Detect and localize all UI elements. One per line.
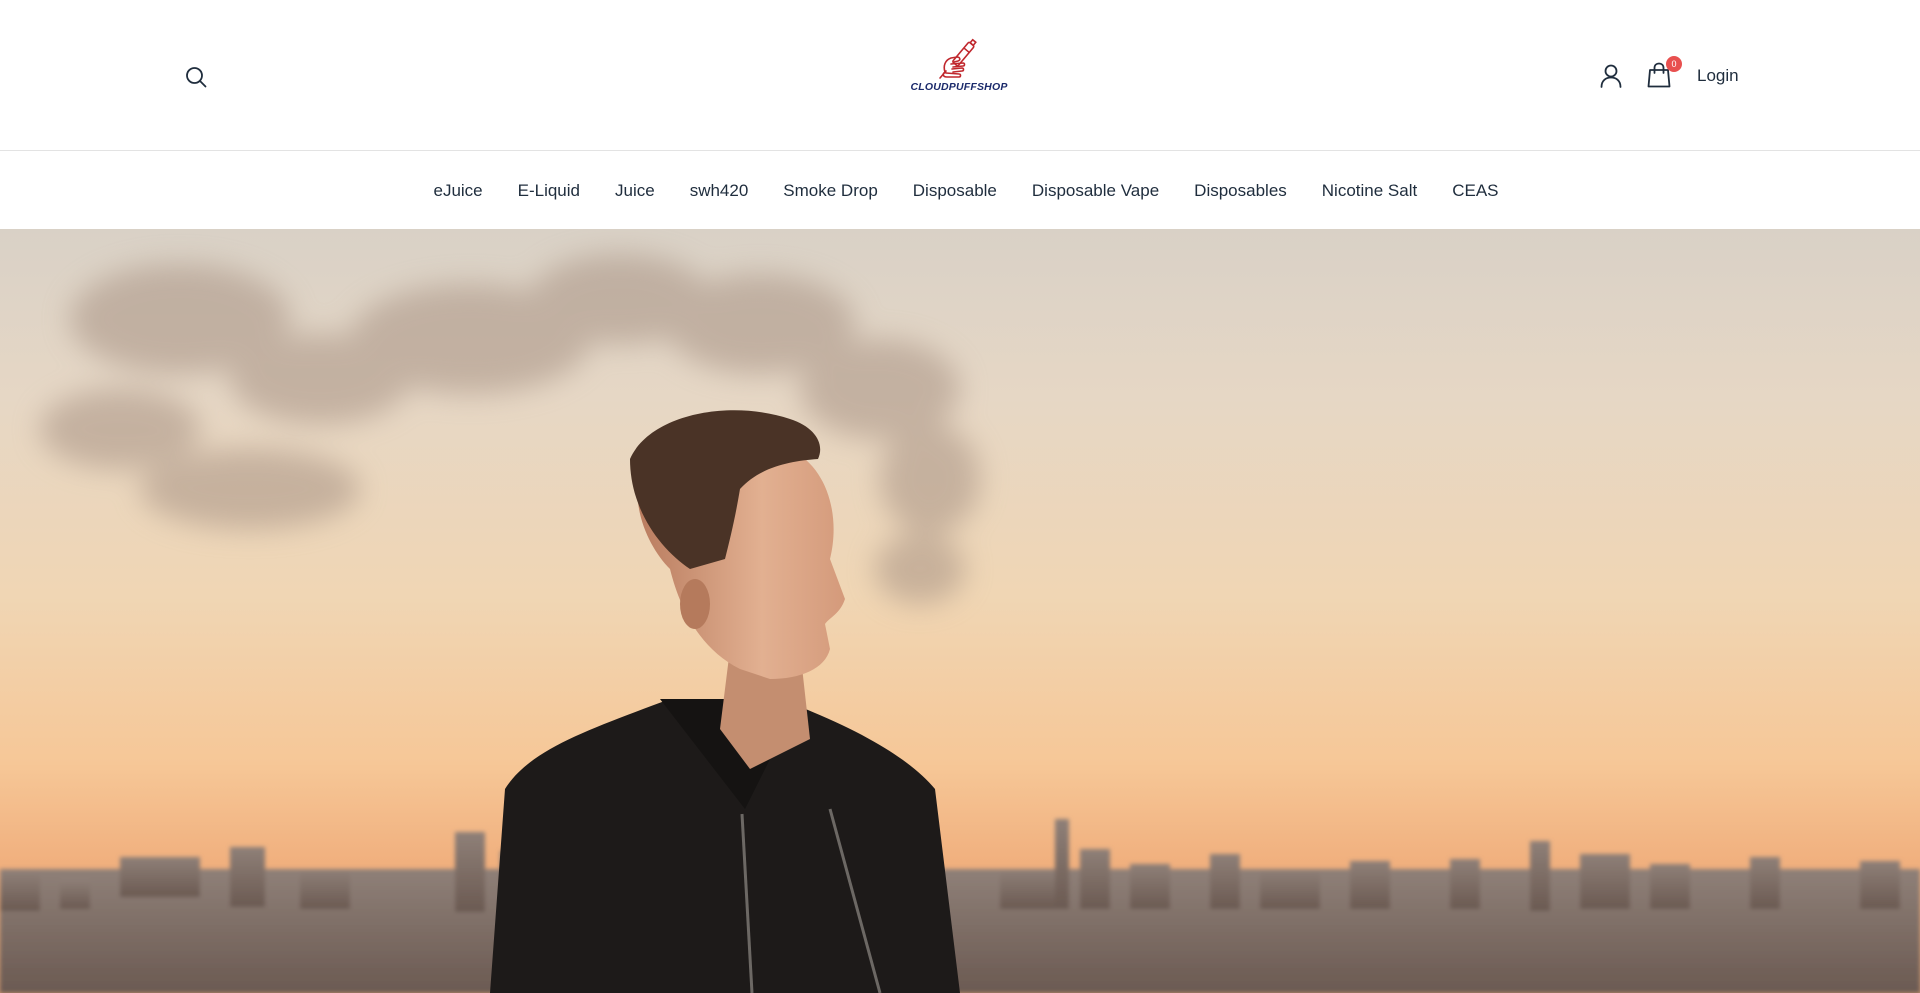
nav-item: Smoke Drop — [783, 181, 877, 201]
cart-button[interactable]: 0 — [1645, 56, 1682, 90]
search-button[interactable] — [182, 63, 210, 91]
search-icon — [186, 67, 207, 88]
nav-item: swh420 — [690, 181, 749, 201]
hero-image — [0, 254, 1920, 993]
nav-link-smoke-drop[interactable]: Smoke Drop — [783, 181, 877, 200]
cart-count-badge: 0 — [1666, 56, 1682, 72]
nav-link-disposable-vape[interactable]: Disposable Vape — [1032, 181, 1159, 200]
nav-link-ejuice[interactable]: eJuice — [433, 181, 482, 200]
hero-banner — [0, 229, 1920, 993]
nav-link-e-liquid[interactable]: E-Liquid — [518, 181, 580, 200]
nav-link-disposables[interactable]: Disposables — [1194, 181, 1287, 200]
nav-link-ceas[interactable]: CEAS — [1452, 181, 1498, 200]
logo-text: CLOUDPUFFSHOP — [910, 81, 1008, 93]
user-icon — [1600, 64, 1622, 88]
nav-item: eJuice — [433, 181, 482, 201]
account-button[interactable] — [1598, 62, 1624, 90]
login-link[interactable]: Login — [1697, 64, 1739, 88]
site-logo[interactable]: CLOUDPUFFSHOP — [906, 38, 1012, 98]
nav-item: E-Liquid — [518, 181, 580, 201]
vapor-cloud — [40, 254, 980, 604]
nav-item: Juice — [615, 181, 655, 201]
nav-item: Nicotine Salt — [1322, 181, 1417, 201]
nav-link-nicotine-salt[interactable]: Nicotine Salt — [1322, 181, 1417, 200]
nav-item: Disposable Vape — [1032, 181, 1159, 201]
nav-list: eJuice E-Liquid Juice swh420 Smoke Drop … — [421, 181, 1498, 201]
nav-link-juice[interactable]: Juice — [615, 181, 655, 200]
city-skyline — [0, 819, 1920, 993]
nav-item: CEAS — [1452, 181, 1498, 201]
nav-item: Disposables — [1194, 181, 1287, 201]
site-header: CLOUDPUFFSHOP 0 Login — [0, 0, 1920, 151]
hand-vape-logo — [939, 38, 977, 79]
nav-item: Disposable — [913, 181, 997, 201]
nav-link-disposable[interactable]: Disposable — [913, 181, 997, 200]
nav-link-swh420[interactable]: swh420 — [690, 181, 749, 200]
main-navigation: eJuice E-Liquid Juice swh420 Smoke Drop … — [0, 152, 1920, 229]
